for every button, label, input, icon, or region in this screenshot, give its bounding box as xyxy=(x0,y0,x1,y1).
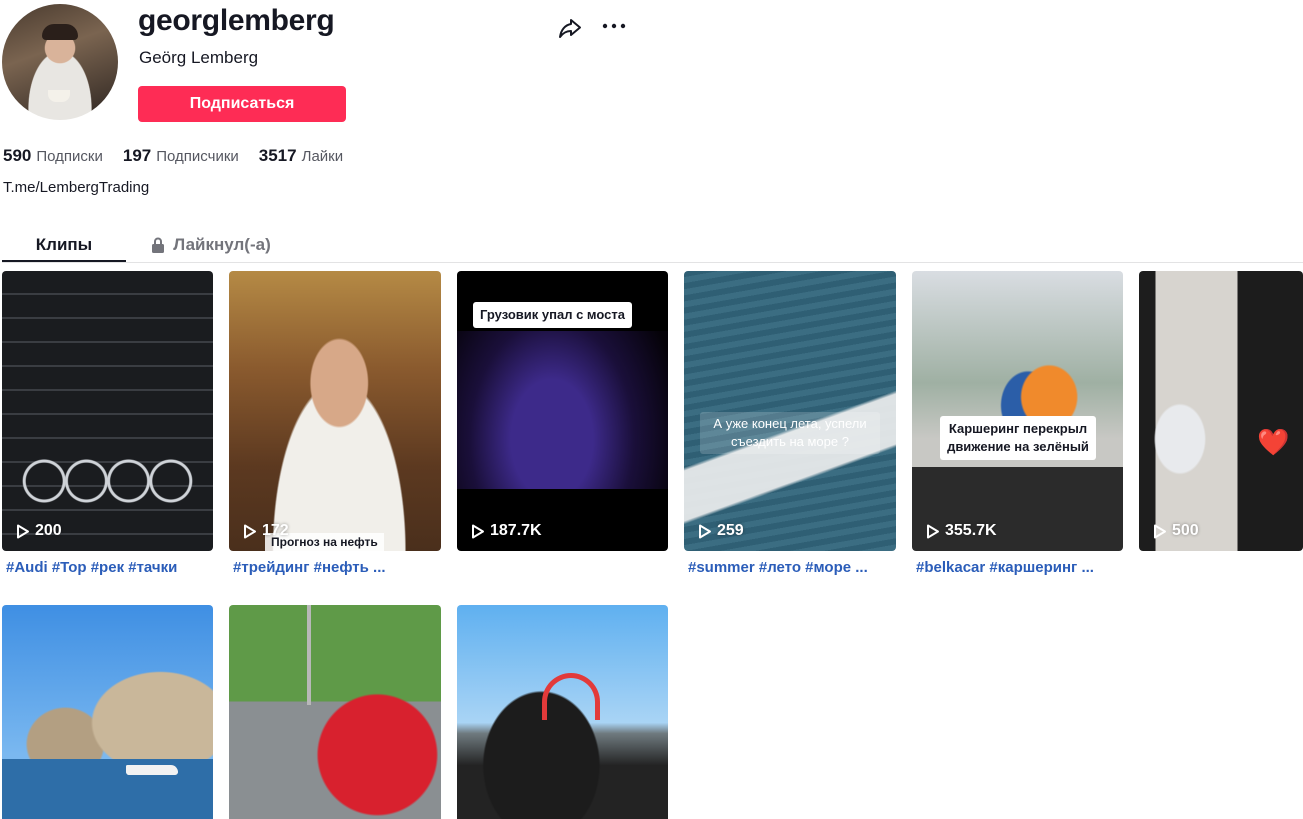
view-count: 259 xyxy=(698,522,744,540)
tab-liked[interactable]: Лайкнул(-а) xyxy=(126,228,296,261)
video-overlay-text: Грузовик упал с моста xyxy=(473,302,632,328)
video-caption[interactable]: #трейдинг #нефть ... xyxy=(233,559,438,576)
profile-stats: 590 Подписки 197 Подписчики 3517 Лайки xyxy=(3,146,343,166)
lamp-post-shape xyxy=(307,605,311,705)
following-count[interactable]: 590 Подписки xyxy=(3,146,103,166)
view-count: 187.7K xyxy=(471,522,542,540)
video-caption[interactable]: #Audi #Top #рек #тачки xyxy=(6,559,211,576)
video-caption[interactable]: #summer #лето #море ... xyxy=(688,559,893,576)
play-icon xyxy=(1154,524,1166,538)
view-count: 200 xyxy=(16,522,62,540)
lock-icon xyxy=(152,237,165,253)
play-icon xyxy=(472,524,484,538)
follow-button[interactable]: Подписаться xyxy=(138,86,346,122)
play-icon xyxy=(17,524,29,538)
video-card[interactable]: Грузовик упал с моста 187.7K xyxy=(457,271,668,551)
tab-clips[interactable]: Клипы xyxy=(2,228,126,261)
play-icon xyxy=(927,524,939,538)
avatar xyxy=(2,4,118,120)
video-overlay-text: А уже конец лета, успели съездить на мор… xyxy=(700,412,880,454)
video-card[interactable]: Прогноз на нефть 172 xyxy=(229,271,441,551)
view-count: 500 xyxy=(1153,522,1199,540)
play-icon xyxy=(244,524,256,538)
video-caption[interactable]: #belkacar #каршеринг ... xyxy=(916,559,1121,576)
nickname: Geörg Lemberg xyxy=(139,48,259,67)
play-icon xyxy=(699,524,711,538)
video-card[interactable] xyxy=(2,605,213,819)
username: georglemberg xyxy=(138,4,335,37)
video-card[interactable]: 200 xyxy=(2,271,213,551)
followers-count[interactable]: 197 Подписчики xyxy=(123,146,239,166)
bridge-shape xyxy=(542,673,600,720)
video-overlay-text: Каршеринг перекрыл движение на зелёный xyxy=(940,416,1096,460)
view-count: 355.7K xyxy=(926,522,997,540)
video-card[interactable] xyxy=(229,605,441,819)
video-card[interactable] xyxy=(457,605,668,819)
likes-count: 3517 Лайки xyxy=(258,146,344,165)
video-card[interactable]: Каршеринг перекрыл движение на зелёный 3… xyxy=(912,271,1123,551)
profile-tabs: Клипы Лайкнул(-а) xyxy=(2,228,1303,263)
heart-emoji: ❤️ xyxy=(1257,427,1290,457)
more-icon[interactable] xyxy=(600,14,628,42)
boat-shape xyxy=(126,765,178,775)
view-count: 172 xyxy=(243,522,289,540)
active-tab-indicator xyxy=(2,260,126,262)
bio-link[interactable]: T.me/LembergTrading xyxy=(3,179,149,196)
video-card[interactable]: А уже конец лета, успели съездить на мор… xyxy=(684,271,896,551)
video-card[interactable]: ❤️ 500 xyxy=(1139,271,1303,551)
share-icon[interactable] xyxy=(556,14,584,42)
